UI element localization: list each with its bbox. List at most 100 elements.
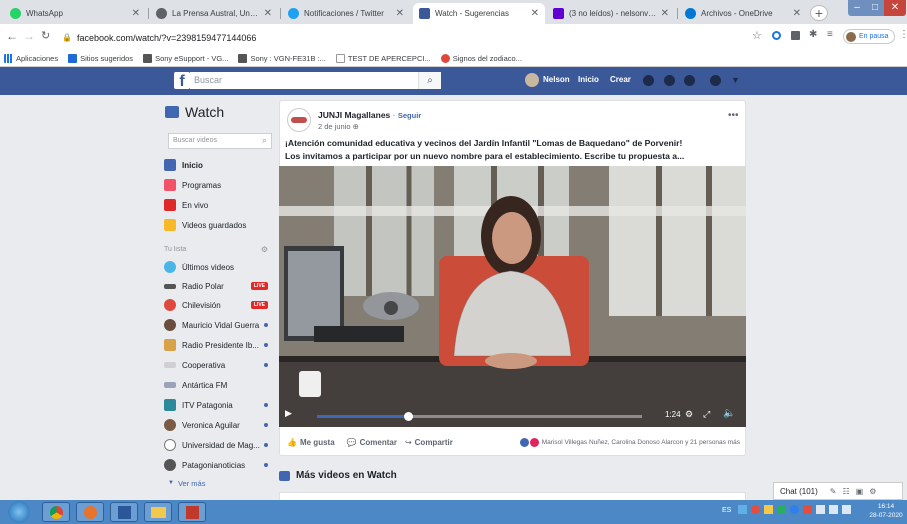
playlist-icon[interactable]: ≡ <box>827 29 833 40</box>
gear-icon[interactable]: ⚙ <box>869 487 876 496</box>
friends-icon[interactable] <box>643 75 654 86</box>
play-icon[interactable]: ▶ <box>285 408 292 419</box>
post-date[interactable]: 2 de junio ⊕ <box>318 122 359 131</box>
address-bar[interactable]: 🔒 facebook.com/watch/?v=2398159477144066 <box>62 28 762 47</box>
messenger-icon[interactable] <box>664 75 675 86</box>
video-search-input[interactable]: Buscar videos <box>168 133 272 149</box>
list-item[interactable]: Cooperativa <box>164 356 276 374</box>
bookmark-item[interactable]: TEST DE APERCEPCI... <box>335 53 431 63</box>
help-icon[interactable] <box>710 75 721 86</box>
sidebar-item-en-vivo[interactable]: En vivo <box>164 196 276 214</box>
list-item[interactable]: Universidad de Mag... <box>164 436 276 454</box>
post-author[interactable]: JUNJI Magallanes · Seguir <box>318 110 421 120</box>
video-scrubber[interactable] <box>404 412 413 421</box>
tab-prensa-austral[interactable]: La Prensa Austral, Un diario con ✕ <box>150 3 278 24</box>
close-window-button[interactable]: ✕ <box>884 0 906 16</box>
follow-link[interactable]: Seguir <box>398 111 421 120</box>
video-call-icon[interactable]: ▣ <box>856 487 864 496</box>
facebook-search-input[interactable]: Buscar <box>190 72 441 89</box>
bookmark-item[interactable]: Signos del zodiaco... <box>440 53 522 63</box>
like-button[interactable]: 👍 Me gusta <box>287 438 335 447</box>
tab-onedrive[interactable]: Archivos - OneDrive ✕ <box>679 3 807 24</box>
list-item[interactable]: Antártica FM <box>164 376 276 394</box>
sidebar-item-programas[interactable]: Programas <box>164 176 276 194</box>
tray-icon[interactable] <box>803 505 812 514</box>
list-item[interactable]: Mauricio Vidal Guerra <box>164 316 276 334</box>
video-player[interactable]: ▶ 1:24 ⚙ ⤢ 🔈 <box>279 166 746 427</box>
list-item[interactable]: Patagonianoticias <box>164 456 276 474</box>
tab-twitter[interactable]: Notificaciones / Twitter ✕ <box>282 3 410 24</box>
avatar[interactable] <box>287 108 311 132</box>
reload-icon[interactable]: ↻ <box>41 29 50 42</box>
language-indicator[interactable]: ES <box>722 507 731 514</box>
puzzle-icon[interactable]: ✱ <box>809 29 817 40</box>
facebook-logo[interactable]: f <box>174 72 190 90</box>
profile-button[interactable]: En pausa <box>843 29 895 44</box>
list-item[interactable]: Chilevisión LIVE <box>164 296 276 314</box>
start-button[interactable] <box>8 501 30 523</box>
star-icon[interactable]: ☆ <box>752 29 762 42</box>
gear-icon[interactable]: ⚙ <box>261 245 268 254</box>
close-icon[interactable]: ✕ <box>793 8 801 19</box>
settings-icon[interactable]: ⚙ <box>685 409 693 420</box>
taskbar-chrome[interactable] <box>42 502 70 522</box>
sidebar-item-inicio[interactable]: Inicio <box>164 156 276 174</box>
network-icon[interactable] <box>829 505 838 514</box>
tray-icon[interactable] <box>790 505 799 514</box>
close-icon[interactable]: ✕ <box>396 8 404 19</box>
list-item[interactable]: Radio Polar LIVE <box>164 277 276 295</box>
bookmark-item[interactable]: Sony eSupport - VG... <box>143 53 228 63</box>
close-icon[interactable]: ✕ <box>531 8 539 19</box>
sidebar-item-guardados[interactable]: Videos guardados <box>164 216 276 234</box>
bookmark-apps[interactable]: Aplicaciones <box>4 53 58 63</box>
taskbar-media[interactable] <box>76 502 104 522</box>
volume-icon[interactable]: 🔈 <box>723 408 735 419</box>
new-tab-button[interactable]: + <box>810 5 828 21</box>
maximize-button[interactable]: □ <box>866 0 884 16</box>
share-button[interactable]: ↪ Compartir <box>405 438 453 447</box>
tray-icon[interactable] <box>816 505 825 514</box>
extension-icon[interactable] <box>791 31 800 40</box>
tab-yahoo-mail[interactable]: (3 no leídos) - nelsonvidal@yah ✕ <box>547 3 675 24</box>
more-options-icon[interactable]: ••• <box>728 110 739 121</box>
avatar[interactable] <box>525 73 539 87</box>
minimize-button[interactable]: – <box>848 0 866 16</box>
menu-icon[interactable]: ⋮ <box>899 29 907 40</box>
nav-user[interactable]: Nelson <box>543 75 570 84</box>
nav-create[interactable]: Crear <box>610 75 631 84</box>
search-icon[interactable]: ⌕ <box>418 72 441 89</box>
compose-icon[interactable]: ✎ <box>830 487 837 496</box>
nav-home[interactable]: Inicio <box>578 75 599 84</box>
reactions-summary[interactable]: Marisol Villegas Nuñez, Carolina Donoso … <box>519 437 740 447</box>
system-clock[interactable]: 16:14 28-07-2020 <box>866 502 906 520</box>
chevron-down-icon[interactable]: ▼ <box>731 75 740 85</box>
tray-icon[interactable] <box>777 505 786 514</box>
see-more-link[interactable]: ▼ Ver más <box>164 474 276 492</box>
notifications-icon[interactable] <box>684 75 695 86</box>
extension-icon[interactable] <box>772 31 781 40</box>
bookmark-item[interactable]: Sony : VGN-FE31B :... <box>238 53 326 63</box>
fullscreen-icon[interactable]: ⤢ <box>703 409 710 420</box>
tab-whatsapp[interactable]: WhatsApp ✕ <box>4 3 146 24</box>
tray-icon[interactable] <box>764 505 773 514</box>
taskbar-paint[interactable] <box>178 502 206 522</box>
tray-icon[interactable] <box>738 505 747 514</box>
list-item[interactable]: Últimos videos <box>164 258 276 276</box>
back-icon[interactable]: ← <box>6 29 18 43</box>
close-icon[interactable]: ✕ <box>264 8 272 19</box>
tray-icon[interactable] <box>751 505 760 514</box>
chat-bar[interactable]: Chat (101) ✎ ☷ ▣ ⚙ <box>773 482 903 500</box>
list-item[interactable]: ITV Patagonia <box>164 396 276 414</box>
close-icon[interactable]: ✕ <box>661 8 669 19</box>
forward-icon[interactable]: → <box>23 29 35 43</box>
comment-button[interactable]: 💬 Comentar <box>347 438 397 447</box>
video-progress-track[interactable] <box>317 412 642 421</box>
taskbar-word[interactable] <box>110 502 138 522</box>
taskbar-explorer[interactable] <box>144 502 172 522</box>
volume-icon[interactable] <box>842 505 851 514</box>
list-item[interactable]: Radio Presidente Ib... <box>164 336 276 354</box>
new-group-icon[interactable]: ☷ <box>843 487 850 496</box>
list-item[interactable]: Veronica Aguilar <box>164 416 276 434</box>
tab-watch[interactable]: Watch - Sugerencias ✕ <box>413 3 545 24</box>
bookmark-item[interactable]: Sitios sugeridos <box>68 53 133 63</box>
